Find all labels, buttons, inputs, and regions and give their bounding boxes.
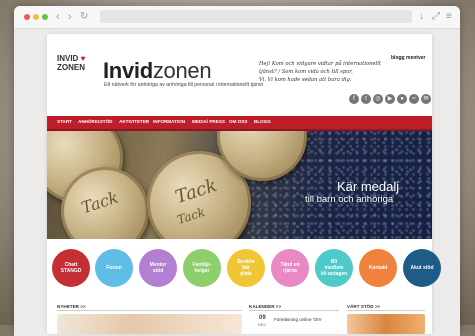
forward-icon[interactable]: › bbox=[68, 10, 72, 24]
twitter-icon[interactable]: t bbox=[361, 94, 371, 104]
hero-subtitle: till barn och anhöriga bbox=[305, 194, 394, 205]
menu-item-information[interactable]: INFORMATION bbox=[153, 119, 185, 124]
menu-item-aktiviteter[interactable]: AKTIVITETER bbox=[119, 119, 149, 124]
browser-window: ‹ › ↻ ↓ ⤢ ≡ INVID ♥ ZONEN Invidzonen Ett… bbox=[14, 6, 460, 336]
youtube-icon[interactable]: ▶ bbox=[385, 94, 395, 104]
email-icon[interactable]: ✉ bbox=[421, 94, 431, 104]
close-window-button[interactable] bbox=[24, 14, 30, 20]
circle-label: Akut stöd bbox=[410, 265, 434, 271]
divider bbox=[57, 310, 242, 311]
support-thumbnail[interactable] bbox=[347, 314, 425, 334]
rss-icon[interactable]: ≈ bbox=[409, 94, 419, 104]
hero-title: Kär medalj bbox=[337, 179, 400, 194]
logo-line2: ZONEN bbox=[57, 63, 85, 72]
maximize-window-button[interactable] bbox=[42, 14, 48, 20]
service-circles: Chatt STANGD Forum Mentor stöd Familje- … bbox=[47, 243, 441, 289]
circle-beratta[interactable]: Berätta här plats bbox=[227, 249, 265, 287]
main-menu: START ANHÖRIGSTÖD AKTIVITETER INFORMATIO… bbox=[47, 116, 432, 131]
calendar-event[interactable]: Föreläsning online 'Om' bbox=[274, 317, 322, 322]
brand-title-rest: zonen bbox=[152, 58, 212, 83]
tagline: Ett nätverk för anhöriga av anhöriga til… bbox=[104, 82, 263, 88]
circle-label: Mentor stöd bbox=[149, 262, 167, 274]
menu-icon[interactable]: ≡ bbox=[446, 10, 452, 24]
header-quote: Hej! Kom och vidgare vidtar på internati… bbox=[259, 60, 389, 84]
blog-link[interactable]: blogg mentver bbox=[391, 55, 425, 61]
page-viewport: INVID ♥ ZONEN Invidzonen Ett nätverk för… bbox=[14, 29, 460, 336]
circle-kontakt[interactable]: Kontakt bbox=[359, 249, 397, 287]
circle-label: Forum bbox=[106, 265, 122, 271]
calendar-day: 09 bbox=[259, 315, 266, 321]
circle-forum[interactable]: Forum bbox=[95, 249, 133, 287]
site-logo[interactable]: INVID ♥ ZONEN bbox=[57, 54, 95, 86]
circle-familjehelger[interactable]: Familje- helger bbox=[183, 249, 221, 287]
back-icon[interactable]: ‹ bbox=[56, 10, 60, 24]
hero-banner[interactable]: Tack Tack Tack Kär medalj till barn och … bbox=[47, 131, 432, 239]
reload-icon[interactable]: ↻ bbox=[80, 10, 88, 24]
menu-item-start[interactable]: START bbox=[57, 119, 72, 124]
instagram-icon[interactable]: ◎ bbox=[373, 94, 383, 104]
website: INVID ♥ ZONEN Invidzonen Ett nätverk för… bbox=[47, 34, 441, 334]
menu-item-media-press[interactable]: MEDIA/ PRESS bbox=[192, 119, 225, 124]
minimize-window-button[interactable] bbox=[33, 14, 39, 20]
circle-label: Berätta här plats bbox=[237, 259, 255, 277]
circle-bli-medlem[interactable]: Bli medlem bli antagen bbox=[315, 249, 353, 287]
brand-title-bold: Invid bbox=[103, 58, 153, 83]
download-icon[interactable]: ↓ bbox=[419, 10, 424, 24]
logo-line1: INVID bbox=[57, 54, 79, 63]
flickr-icon[interactable]: ● bbox=[397, 94, 407, 104]
support-heading[interactable]: VÄRT STÖD >> bbox=[347, 304, 380, 309]
news-heading[interactable]: NYHETER >> bbox=[57, 304, 86, 309]
circle-label: Bli medlem bli antagen bbox=[320, 259, 348, 277]
facebook-icon[interactable]: f bbox=[349, 94, 359, 104]
circle-label: Chatt STANGD bbox=[60, 262, 82, 274]
quote-line: Hej! Kom och vidgare vidtar på internati… bbox=[259, 61, 381, 67]
news-thumbnail[interactable] bbox=[57, 314, 242, 334]
menu-item-om-oss[interactable]: OM OSS bbox=[229, 119, 247, 124]
circle-label: Tänd en rjärna bbox=[280, 262, 300, 274]
fullscreen-icon[interactable]: ⤢ bbox=[432, 10, 440, 24]
quote-line: tjänst? / Som kom vida och till spar, bbox=[259, 69, 353, 75]
circle-tand-en-stjarna[interactable]: Tänd en rjärna bbox=[271, 249, 309, 287]
circle-chatt[interactable]: Chatt STANGD bbox=[52, 249, 90, 287]
circle-label: Familje- helger bbox=[192, 262, 212, 274]
quote-line: Vi. Vi kom hade sedan att bara dig. bbox=[259, 77, 352, 83]
calendar-heading[interactable]: KALENDER >> bbox=[249, 304, 281, 309]
address-bar[interactable] bbox=[100, 10, 412, 23]
brand-title[interactable]: Invidzonen bbox=[103, 58, 212, 83]
menu-item-blogg[interactable]: BLOGG bbox=[254, 119, 271, 124]
menu-item-anhorigstod[interactable]: ANHÖRIGSTÖD bbox=[78, 119, 112, 124]
circle-label: Kontakt bbox=[368, 265, 388, 271]
circle-akut-stod[interactable]: Akut stöd bbox=[403, 249, 441, 287]
circle-mentorstod[interactable]: Mentor stöd bbox=[139, 249, 177, 287]
heart-icon: ♥ bbox=[80, 54, 86, 63]
browser-toolbar: ‹ › ↻ ↓ ⤢ ≡ bbox=[14, 6, 460, 29]
divider bbox=[249, 310, 339, 311]
divider bbox=[347, 310, 425, 311]
